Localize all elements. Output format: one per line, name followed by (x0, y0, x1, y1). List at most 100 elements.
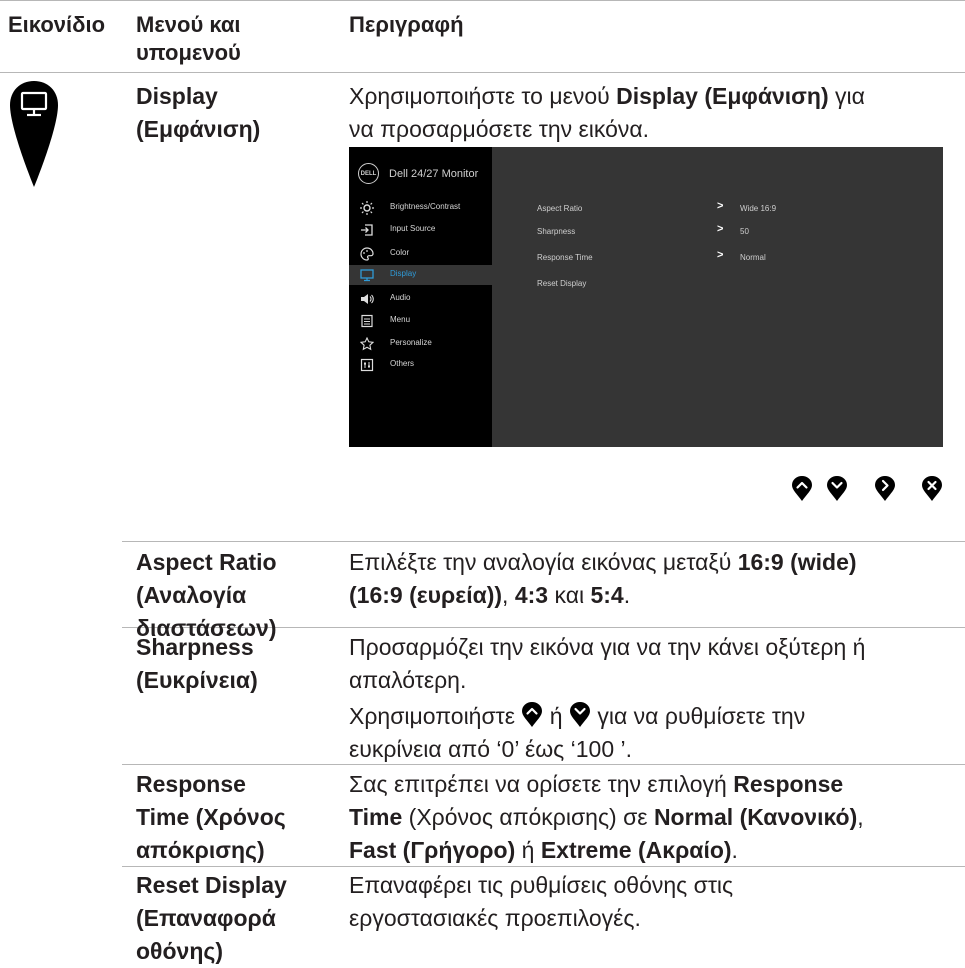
menu-name-response-time: Response Time (Χρόνος απόκρισης) (136, 768, 286, 867)
display-menu-icon (6, 79, 62, 193)
rule (0, 0, 965, 1)
osd-menu-label: Input Source (390, 224, 436, 233)
menu-name-reset-display: Reset Display (Επαναφορά οθόνης) (136, 869, 287, 968)
osd-menu-color: Color (349, 244, 492, 264)
sharpness-usage: Χρησιμοποιήστε ή για να ρυθμίσετε την ευ… (349, 700, 805, 766)
osd-sidebar: DELL Dell 24/27 Monitor Brightness/Contr… (349, 147, 492, 447)
down-icon (569, 702, 590, 727)
reset-name-line3: οθόνης) (136, 938, 223, 964)
osd-row-response-time: Response Time (537, 253, 593, 262)
sharpness-l3-mid: ή (549, 703, 563, 729)
reset-line2: εργοστασιακές προεπιλογές. (349, 905, 641, 931)
chevron-right-icon: > (717, 200, 724, 212)
osd-model-name: Dell 24/27 Monitor (389, 168, 479, 180)
aspect-description: Επιλέξτε την αναλογία εικόνας μεταξύ 16:… (349, 546, 857, 612)
dell-logo: DELL (358, 163, 379, 184)
response-l3-end: . (731, 837, 738, 863)
display-description: Χρησιμοποιήστε το μενού Display (Εμφάνισ… (349, 80, 865, 146)
menu-icon (361, 314, 373, 328)
aspect-l1-pre: Επιλέξτε την αναλογία εικόνας μεταξύ (349, 549, 738, 575)
header-menu-line1: Μενού και (136, 12, 241, 37)
reset-line1: Επαναφέρει τις ρυθμίσεις οθόνης στις (349, 872, 734, 898)
sharpness-line1: Προσαρμόζει την εικόνα για να την κάνει … (349, 634, 866, 660)
response-l1-bold: Response (733, 771, 844, 797)
reset-description: Επαναφέρει τις ρυθμίσεις οθόνης στις εργ… (349, 869, 733, 935)
right-icon (875, 476, 895, 501)
aspect-name-line1: Aspect Ratio (136, 549, 277, 575)
sharpness-l3-pre: Χρησιμοποιήστε (349, 703, 516, 729)
response-name-line1: Response (136, 771, 246, 797)
osd-menu-label: Color (390, 248, 410, 257)
response-name-line3: απόκρισης) (136, 837, 265, 863)
osd-row-sharpness: Sharpness (537, 227, 576, 236)
response-name-line2: Time (Χρόνος (136, 804, 286, 830)
response-l3-bold1: Fast (Γρήγορο) (349, 837, 516, 863)
close-icon (922, 476, 942, 501)
response-l2-bold1: Time (349, 804, 403, 830)
sharpness-l3-post: για να ρυθμίσετε την (597, 703, 806, 729)
display-desc-pre: Χρησιμοποιήστε το μενού (349, 83, 617, 109)
display-desc-line2: να προσαρμόσετε την εικόνα. (349, 116, 650, 142)
aspect-l2-bold3: 5:4 (590, 582, 624, 608)
sharpness-name-line2: (Ευκρίνεια) (136, 667, 258, 693)
response-l2-bold2: Normal (Κανονικό) (653, 804, 858, 830)
aspect-l2-bold1: (16:9 (ευρεία)) (349, 582, 503, 608)
up-icon (522, 702, 543, 727)
chevron-right-icon: > (717, 223, 724, 235)
aspect-l2-sep1: , (502, 582, 515, 608)
osd-row-aspect-ratio: Aspect Ratio (537, 204, 583, 213)
menu-name-sharpness: Sharpness (Ευκρίνεια) (136, 631, 258, 697)
aspect-l1-bold: 16:9 (wide) (737, 549, 857, 575)
others-icon (360, 358, 374, 372)
osd-value-response-time: Normal (740, 253, 766, 262)
osd-menu-display: Display (349, 265, 492, 285)
header-description-column: Περιγραφή (349, 12, 464, 37)
response-l3-mid: ή (515, 837, 541, 863)
header-menu-line2: υπομενού (136, 40, 241, 65)
color-icon (360, 247, 374, 261)
reset-name-line2: (Επαναφορά (136, 905, 276, 931)
menu-name-display: Display (Εμφάνιση) (136, 80, 260, 146)
sharpness-line4: ευκρίνεια από ‘0’ έως ‘100 ’. (349, 736, 633, 762)
aspect-l2-bold2: 4:3 (514, 582, 549, 608)
response-description: Σας επιτρέπει να ορίσετε την επιλογή Res… (349, 768, 864, 867)
osd-menu-label: Menu (390, 315, 411, 324)
response-l2-end: , (857, 804, 864, 830)
aspect-l2-sep2: και (548, 582, 591, 608)
star-icon (360, 337, 374, 351)
chevron-right-icon: > (717, 249, 724, 261)
osd-menu-audio: Audio (349, 289, 492, 309)
display-icon (360, 269, 374, 282)
osd-value-aspect-ratio: Wide 16:9 (740, 204, 777, 213)
header-icon-column: Εικονίδιο (8, 12, 106, 37)
osd-menu-brightness: Brightness/Contrast (349, 198, 492, 218)
osd-screenshot: DELL Dell 24/27 Monitor Brightness/Contr… (349, 147, 943, 447)
brightness-icon (360, 201, 374, 215)
osd-menu-others: Others (349, 355, 492, 375)
osd-menu-menu: Menu (349, 311, 492, 331)
display-desc-bold: Display (Εμφάνιση) (616, 83, 829, 109)
input-source-icon (361, 224, 373, 236)
osd-menu-label: Brightness/Contrast (390, 202, 461, 211)
aspect-l2-end: . (623, 582, 631, 608)
sharpness-name-line1: Sharpness (136, 634, 254, 660)
audio-icon (361, 294, 374, 304)
up-icon (792, 476, 812, 501)
down-icon (827, 476, 847, 501)
sharpness-line2: απαλότερη. (349, 667, 467, 693)
osd-row-reset-display: Reset Display (537, 279, 587, 288)
display-name-line2: (Εμφάνιση) (136, 116, 261, 142)
rule (122, 541, 965, 542)
osd-menu-label: Personalize (390, 338, 432, 347)
display-desc-post: για (828, 83, 865, 109)
display-name-line1: Display (136, 83, 218, 109)
rule (0, 72, 965, 73)
osd-menu-personalize: Personalize (349, 334, 492, 354)
response-l2-mid: (Χρόνος απόκρισης) σε (402, 804, 654, 830)
sharpness-description: Προσαρμόζει την εικόνα για να την κάνει … (349, 631, 865, 697)
osd-menu-label: Audio (390, 293, 411, 302)
reset-name-line1: Reset Display (136, 872, 287, 898)
osd-menu-label: Display (390, 269, 417, 278)
header-menu-column: Μενού και υπομενού (136, 11, 241, 67)
response-l1-pre: Σας επιτρέπει να ορίσετε την επιλογή (349, 771, 734, 797)
